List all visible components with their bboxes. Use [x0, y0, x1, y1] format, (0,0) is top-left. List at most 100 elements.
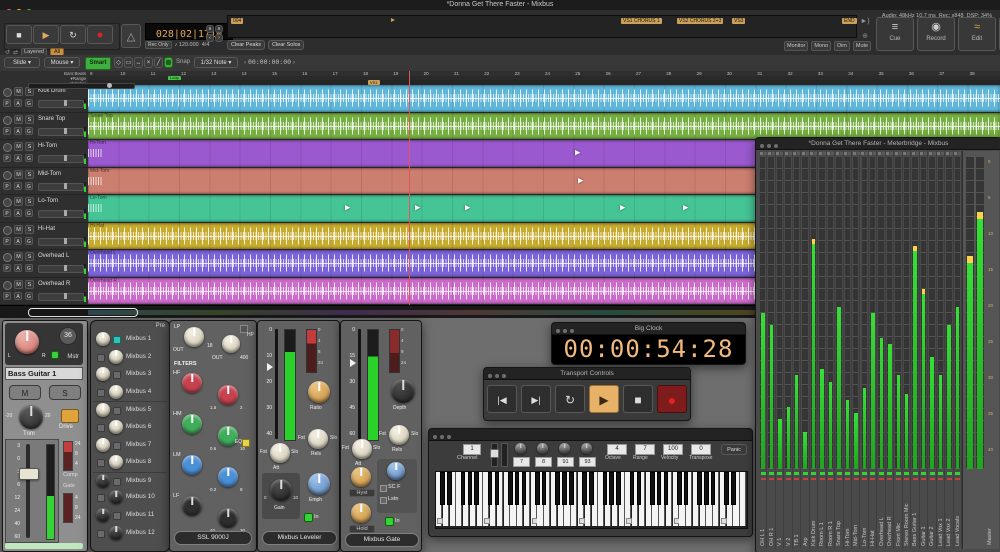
- channel-button-b[interactable]: [882, 152, 885, 155]
- channel-name-label[interactable]: Lead Vox 2: [946, 484, 952, 546]
- eq-gain-knob[interactable]: [182, 496, 202, 516]
- channel-button-a[interactable]: [785, 152, 788, 155]
- channel-peak-readout[interactable]: [769, 478, 774, 480]
- channel-name-label[interactable]: Overhead R: [887, 484, 893, 546]
- piano-black-key[interactable]: [440, 472, 445, 505]
- mini-timeline[interactable]: 004VS1 CHORUS 1VS2 CHORUS 2+3VS3END: [227, 15, 857, 38]
- send-enable-button[interactable]: [113, 336, 121, 344]
- hyst-knob[interactable]: [351, 467, 371, 487]
- channel-name-label[interactable]: Hi-Tom: [845, 484, 851, 546]
- send-level-knob[interactable]: [109, 490, 123, 504]
- piano-black-key[interactable]: [522, 472, 527, 505]
- track-header[interactable]: MSMid-TomPAG: [0, 168, 88, 196]
- channel-name-label[interactable]: Arp: [803, 484, 809, 546]
- channel-button-b[interactable]: [823, 152, 826, 155]
- send-level-knob[interactable]: [96, 508, 110, 522]
- monitor-mono-button[interactable]: Mono: [811, 41, 831, 51]
- track-name[interactable]: Snare Top: [38, 116, 65, 122]
- channel-button-a[interactable]: [844, 152, 847, 155]
- track-mute-button[interactable]: M: [14, 115, 23, 124]
- channel-button-a[interactable]: [853, 152, 856, 155]
- leveler-in-led[interactable]: [304, 513, 313, 522]
- channel-button-b[interactable]: [814, 152, 817, 155]
- timeline-marker[interactable]: VS1 CHORUS 1: [621, 18, 662, 24]
- track-a-button[interactable]: A: [14, 127, 22, 135]
- track-gain-handle[interactable]: [64, 128, 67, 134]
- track-gain-slider[interactable]: [38, 210, 84, 218]
- channel-peak-readout[interactable]: [845, 478, 850, 480]
- piano-black-key[interactable]: [697, 472, 702, 505]
- piano-black-key[interactable]: [657, 472, 662, 505]
- track-name[interactable]: Lo-Tom: [38, 198, 58, 204]
- track-name[interactable]: Overhead R: [38, 281, 70, 287]
- send-level-knob[interactable]: [96, 438, 110, 452]
- record-arm-button[interactable]: [3, 116, 12, 125]
- channel-name-label[interactable]: Lo-Tom: [862, 484, 868, 546]
- track-solo-button[interactable]: S: [25, 280, 34, 289]
- channel-peak-readout[interactable]: [938, 478, 943, 480]
- send-enable-button[interactable]: [113, 442, 121, 450]
- track-a-button[interactable]: A: [14, 292, 22, 300]
- slider-handle[interactable]: [107, 83, 112, 88]
- track-g-button[interactable]: G: [25, 264, 33, 272]
- track-p-button[interactable]: P: [3, 237, 11, 245]
- eq-gain-knob[interactable]: [182, 373, 202, 393]
- track-g-button[interactable]: G: [25, 292, 33, 300]
- record-arm-button[interactable]: [3, 88, 12, 97]
- track-g-button[interactable]: G: [25, 99, 33, 107]
- eq-freq-knob[interactable]: [218, 508, 238, 528]
- channel-peak-readout[interactable]: [904, 478, 909, 480]
- track-gain-handle[interactable]: [64, 100, 67, 106]
- channel-button-b[interactable]: [890, 152, 893, 155]
- track-p-button[interactable]: P: [3, 182, 11, 190]
- channel-button-a[interactable]: [937, 152, 940, 155]
- track-gain-handle[interactable]: [64, 210, 67, 216]
- cc-spinner-7[interactable]: 7: [513, 457, 530, 467]
- audio-region[interactable]: Snare Top: [88, 113, 1000, 140]
- timeline-marker[interactable]: 004: [231, 18, 243, 24]
- channel-button-b[interactable]: [916, 152, 919, 155]
- channel-button-b[interactable]: [772, 152, 775, 155]
- hold-knob[interactable]: [351, 503, 371, 523]
- channel-peak-readout[interactable]: [921, 478, 926, 480]
- channel-peak-readout[interactable]: [896, 478, 901, 480]
- piano-black-key[interactable]: [474, 472, 479, 505]
- leveler-plugin-name[interactable]: Mixbus Leveler: [262, 531, 337, 545]
- track-g-button[interactable]: G: [25, 209, 33, 217]
- track-header[interactable]: MSHi-TomPAG: [0, 140, 88, 168]
- track-solo-button[interactable]: S: [25, 142, 34, 151]
- send-enable-button[interactable]: [97, 459, 105, 467]
- ratio-knob[interactable]: [308, 381, 330, 403]
- sc-freq-knob[interactable]: [387, 462, 405, 480]
- channel-button-b[interactable]: [764, 152, 767, 155]
- piano-black-key[interactable]: [495, 472, 500, 505]
- track-gain-slider[interactable]: [38, 293, 84, 301]
- play-button[interactable]: ▶: [589, 385, 619, 413]
- header-zoom-slider[interactable]: [28, 83, 135, 89]
- send-enable-button[interactable]: [113, 407, 121, 415]
- track-solo-button[interactable]: S: [25, 115, 34, 124]
- track-mute-button[interactable]: M: [14, 142, 23, 151]
- channel-peak-readout[interactable]: [794, 478, 799, 480]
- cc-spinner-93[interactable]: 93: [579, 457, 596, 467]
- channel-button-b[interactable]: [865, 152, 868, 155]
- track-g-button[interactable]: G: [25, 182, 33, 190]
- drive-button[interactable]: [61, 409, 79, 423]
- channel-peak-readout[interactable]: [913, 478, 918, 480]
- channel-button-a[interactable]: [793, 152, 796, 155]
- modulation-slider[interactable]: [501, 443, 508, 467]
- cc-knob-93[interactable]: [581, 443, 592, 454]
- nav-edit-button[interactable]: ≈Edit: [958, 17, 996, 51]
- piano-black-key[interactable]: [684, 472, 689, 505]
- channel-button-a[interactable]: [802, 152, 805, 155]
- send-enable-button[interactable]: [113, 371, 121, 379]
- track-a-button[interactable]: A: [14, 154, 22, 162]
- nav-cue-button[interactable]: ≡Cue: [876, 17, 914, 51]
- send-enable-button[interactable]: [113, 478, 121, 486]
- channel-button-b[interactable]: [958, 152, 961, 155]
- fader-handle[interactable]: [19, 468, 39, 480]
- monitor-monitor-button[interactable]: Monitor: [784, 41, 808, 51]
- track-header[interactable]: MSOverhead RPAG: [0, 278, 88, 306]
- channel-name-label[interactable]: V 1: [777, 484, 783, 546]
- nudge-clock[interactable]: ‹ 00:00:00:00 ›: [244, 58, 295, 66]
